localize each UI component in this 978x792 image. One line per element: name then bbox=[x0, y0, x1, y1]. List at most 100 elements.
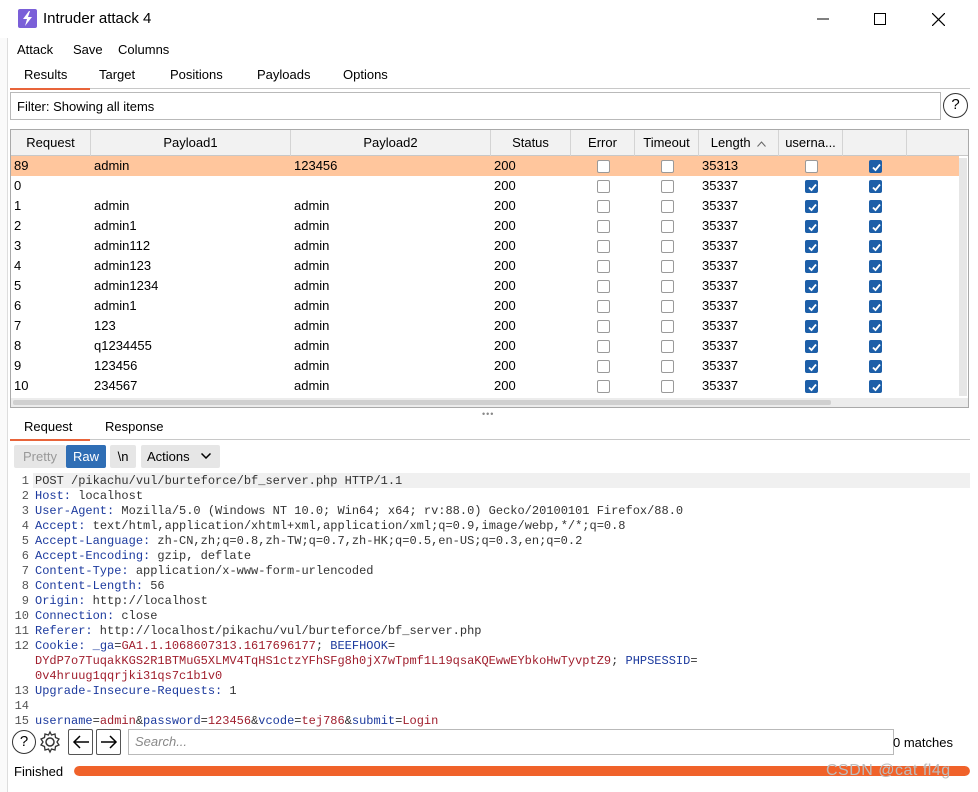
request-editor[interactable]: 1 POST /pikachu/vul/burteforce/bf_server.… bbox=[10, 472, 970, 727]
body-param-name: password bbox=[143, 714, 201, 727]
cell-payload1: q1234455 bbox=[94, 338, 152, 353]
vertical-scrollbar[interactable] bbox=[959, 158, 967, 396]
username-checkbox bbox=[805, 300, 818, 313]
menu-save[interactable]: Save bbox=[73, 42, 103, 57]
extra-checkbox bbox=[869, 240, 882, 253]
sort-ascending-icon bbox=[757, 141, 767, 147]
column-header-length-label: Length bbox=[710, 135, 751, 150]
header-value: close bbox=[114, 609, 158, 623]
tab-response[interactable]: Response bbox=[105, 419, 164, 434]
raw-button[interactable]: Raw bbox=[66, 445, 106, 468]
header-value: zh-CN,zh;q=0.8,zh-TW;q=0.7,zh-HK;q=0.5,e… bbox=[150, 534, 583, 548]
timeout-checkbox bbox=[661, 380, 674, 393]
cell-payload1: admin112 bbox=[94, 238, 151, 253]
line-number: 10 bbox=[14, 609, 29, 623]
maximize-button[interactable] bbox=[857, 4, 903, 34]
search-bar: ? Search... 0 matches bbox=[10, 728, 970, 758]
error-checkbox bbox=[597, 340, 610, 353]
menu-attack[interactable]: Attack bbox=[17, 42, 53, 57]
cell-payload2: admin bbox=[294, 278, 330, 293]
line-number: 9 bbox=[21, 594, 29, 608]
cell-payload1: admin1 bbox=[94, 218, 137, 233]
line-number: 3 bbox=[21, 504, 29, 518]
table-row[interactable]: 5 admin1234 admin 200 35337 bbox=[11, 276, 959, 296]
pretty-button[interactable]: Pretty bbox=[14, 445, 66, 468]
table-row[interactable]: 6 admin1 admin 200 35337 bbox=[11, 296, 959, 316]
horizontal-scrollbar-thumb[interactable] bbox=[13, 400, 831, 405]
cell-payload1: admin1 bbox=[94, 298, 137, 313]
cell-request: 4 bbox=[14, 258, 22, 273]
close-button[interactable] bbox=[915, 4, 961, 34]
username-checkbox bbox=[805, 280, 818, 293]
error-checkbox bbox=[597, 220, 610, 233]
table-row[interactable]: 7 123 admin 200 35337 bbox=[11, 316, 959, 336]
help-icon[interactable]: ? bbox=[943, 93, 968, 118]
cell-status: 200 bbox=[494, 258, 516, 273]
header-name: Content-Length: bbox=[35, 579, 144, 593]
editor-toolbar: Pretty Raw \n Actions bbox=[10, 442, 970, 472]
table-row[interactable]: 2 admin1 admin 200 35337 bbox=[11, 216, 959, 236]
table-row[interactable]: 8 q1234455 admin 200 35337 bbox=[11, 336, 959, 356]
cell-request: 0 bbox=[14, 178, 22, 193]
tab-target[interactable]: Target bbox=[99, 67, 135, 82]
cell-request: 8 bbox=[14, 338, 22, 353]
column-header-username[interactable]: userna... bbox=[779, 130, 843, 156]
table-row[interactable]: 9 123456 admin 200 35337 bbox=[11, 356, 959, 376]
tab-results[interactable]: Results bbox=[24, 67, 67, 82]
tab-payloads[interactable]: Payloads bbox=[257, 67, 310, 82]
filter-bar[interactable]: Filter: Showing all items bbox=[10, 92, 941, 120]
column-header-payload1[interactable]: Payload1 bbox=[91, 130, 291, 156]
table-row[interactable]: 1 admin admin 200 35337 bbox=[11, 196, 959, 216]
table-row[interactable]: 4 admin123 admin 200 35337 bbox=[11, 256, 959, 276]
menu-columns[interactable]: Columns bbox=[118, 42, 169, 57]
cell-length: 35337 bbox=[702, 338, 739, 353]
error-checkbox bbox=[597, 260, 610, 273]
username-checkbox bbox=[805, 220, 818, 233]
cell-status: 200 bbox=[494, 378, 516, 393]
column-header-payload2[interactable]: Payload2 bbox=[291, 130, 491, 156]
cookie-value: DYdP7o7TuqakKGS2R1BTMuG5XLMV4TqHS1ctzYFh… bbox=[35, 654, 612, 668]
username-checkbox bbox=[805, 320, 818, 333]
line-number: 5 bbox=[21, 534, 29, 548]
table-row[interactable]: 89 admin 123456 200 35313 bbox=[11, 156, 959, 176]
column-header-request[interactable]: Request bbox=[11, 130, 91, 156]
tab-positions[interactable]: Positions bbox=[170, 67, 223, 82]
request-line-text: POST /pikachu/vul/burteforce/bf_server.p… bbox=[35, 474, 403, 488]
table-row[interactable]: 0 200 35337 bbox=[11, 176, 959, 196]
timeout-checkbox bbox=[661, 300, 674, 313]
cell-request: 7 bbox=[14, 318, 22, 333]
table-row[interactable]: 3 admin112 admin 200 35337 bbox=[11, 236, 959, 256]
timeout-checkbox bbox=[661, 280, 674, 293]
username-checkbox bbox=[805, 260, 818, 273]
cell-payload2: admin bbox=[294, 258, 330, 273]
column-header-status[interactable]: Status bbox=[491, 130, 571, 156]
column-header-error[interactable]: Error bbox=[571, 130, 635, 156]
search-input[interactable]: Search... bbox=[128, 729, 894, 755]
cookie-name: PHPSESSID bbox=[618, 654, 691, 668]
previous-match-button[interactable] bbox=[68, 729, 93, 755]
column-header-length[interactable]: Length bbox=[699, 130, 779, 156]
horizontal-scrollbar[interactable] bbox=[11, 398, 968, 407]
table-row[interactable]: 10 234567 admin 200 35337 bbox=[11, 376, 959, 396]
column-header-timeout[interactable]: Timeout bbox=[635, 130, 699, 156]
next-match-button[interactable] bbox=[96, 729, 121, 755]
tab-options[interactable]: Options bbox=[343, 67, 388, 82]
tab-request[interactable]: Request bbox=[24, 419, 72, 434]
timeout-checkbox bbox=[661, 320, 674, 333]
header-value: application/x-www-form-urlencoded bbox=[128, 564, 374, 578]
help-icon[interactable]: ? bbox=[12, 730, 36, 754]
minimize-button[interactable] bbox=[800, 4, 846, 34]
results-table: Request Payload1 Payload2 Status Error T… bbox=[10, 129, 969, 408]
line-number: 2 bbox=[21, 489, 29, 503]
watermark: CSDN @cat fl4g bbox=[826, 762, 951, 779]
error-checkbox bbox=[597, 240, 610, 253]
cell-length: 35337 bbox=[702, 378, 739, 393]
actions-dropdown[interactable]: Actions bbox=[141, 445, 220, 468]
extra-checkbox bbox=[869, 160, 882, 173]
cell-payload2: admin bbox=[294, 198, 330, 213]
column-header-extra[interactable] bbox=[843, 130, 907, 156]
newline-toggle-button[interactable]: \n bbox=[110, 445, 136, 468]
cookie-value: 0v4hruug1qqrjki31qs7c1b1v0 bbox=[35, 669, 223, 683]
settings-gear-icon[interactable] bbox=[38, 730, 62, 754]
cookie-value: GA1.1.1068607313.1617696177 bbox=[121, 639, 316, 653]
